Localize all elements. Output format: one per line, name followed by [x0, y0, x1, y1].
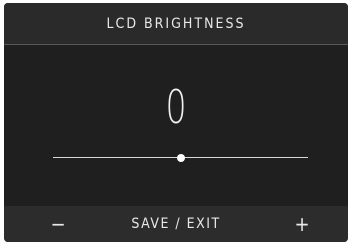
save-exit-button[interactable]: SAVE / EXIT	[118, 206, 234, 242]
brightness-slider[interactable]	[53, 151, 308, 165]
decrease-button[interactable]: −	[40, 206, 76, 242]
header-bar: LCD BRIGHTNESS	[4, 3, 348, 45]
brightness-value: 0	[165, 80, 187, 134]
footer-bar: − SAVE / EXIT +	[4, 206, 348, 242]
page-title: LCD BRIGHTNESS	[106, 15, 246, 32]
increase-button[interactable]: +	[284, 206, 320, 242]
brightness-screen: LCD BRIGHTNESS 0 − SAVE / EXIT +	[4, 3, 348, 242]
slider-thumb[interactable]	[176, 154, 185, 162]
